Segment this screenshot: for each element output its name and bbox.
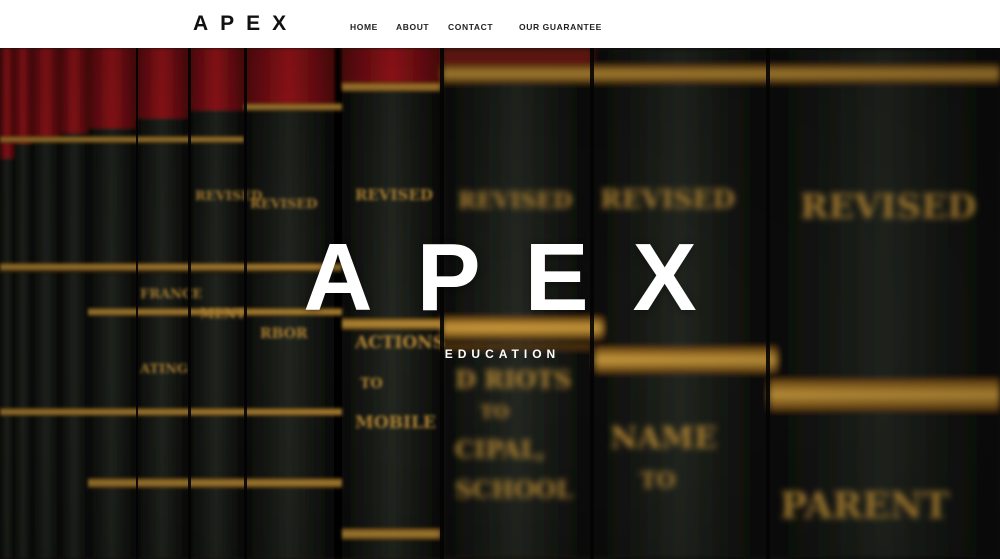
- hero-section: REVISED REVISED REVISED MENT RBOR ACTION…: [0, 48, 1000, 559]
- nav-our-guarantee[interactable]: OUR GUARANTEE: [519, 22, 602, 32]
- nav-contact[interactable]: CONTACT: [448, 22, 493, 32]
- nav-about[interactable]: ABOUT: [396, 22, 429, 32]
- nav-home[interactable]: HOME: [350, 22, 378, 32]
- brand-logo[interactable]: APEX: [193, 12, 298, 36]
- hero-title: APEX: [303, 224, 741, 331]
- site-header: APEX HOME ABOUT CONTACT OUR GUARANTEE: [0, 0, 1000, 48]
- hero-subtitle: EDUCATION: [444, 347, 561, 361]
